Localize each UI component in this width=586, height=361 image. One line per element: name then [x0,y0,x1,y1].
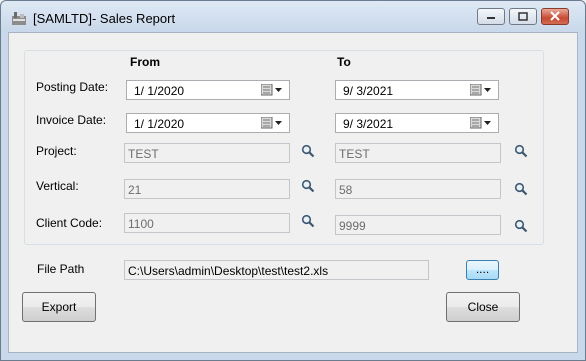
magnifier-icon[interactable] [301,144,315,158]
vertical-label: Vertical: [36,179,79,193]
maximize-icon [518,12,528,21]
vertical-from-field[interactable]: 21 [124,179,290,199]
client-code-from-value: 1100 [128,217,154,231]
calendar-dropdown-icon[interactable] [470,84,492,96]
posting-date-to-picker[interactable]: 9/ 3/2021 [335,80,499,100]
browse-button[interactable]: .... [466,260,499,280]
invoice-date-label: Invoice Date: [36,113,107,127]
client-code-to-value: 9999 [339,219,366,233]
client-code-from-field[interactable]: 1100 [124,213,290,233]
magnifier-icon[interactable] [514,219,528,233]
report-app-icon [12,12,26,25]
posting-date-label: Posting Date: [36,80,109,94]
browse-button-label: .... [475,262,490,276]
vertical-to-value: 58 [339,183,353,197]
invoice-date-to-picker[interactable]: 9/ 3/2021 [335,113,499,133]
sales-report-window: [SAMLTD]- Sales Report From To Posting D… [0,0,586,361]
client-code-to-field[interactable]: 9999 [335,215,501,235]
close-icon [550,11,560,21]
posting-date-from-picker[interactable]: 1/ 1/2020 [126,80,290,100]
vertical-to-field[interactable]: 58 [335,179,501,199]
magnifier-icon[interactable] [514,144,528,158]
calendar-dropdown-icon[interactable] [261,84,283,96]
project-to-field[interactable]: TEST [335,143,501,163]
calendar-dropdown-icon[interactable] [261,117,283,129]
client-code-label: Client Code: [36,216,103,230]
posting-date-from-value: 1/ 1/2020 [134,84,185,98]
project-from-value: TEST [128,147,159,161]
magnifier-icon[interactable] [514,182,528,196]
export-button[interactable]: Export [22,292,96,322]
posting-date-to-value: 9/ 3/2021 [343,84,394,98]
minimize-icon [487,17,495,19]
maximize-button[interactable] [509,8,537,25]
magnifier-icon[interactable] [301,214,315,228]
close-window-button[interactable] [541,8,569,25]
file-path-label: File Path [37,262,85,276]
invoice-date-from-picker[interactable]: 1/ 1/2020 [126,113,290,133]
to-header: To [337,55,351,69]
minimize-button[interactable] [477,8,505,25]
form-body: From To Posting Date: 1/ 1/2020 9/ 3/202… [8,32,578,353]
window-title: [SAMLTD]- Sales Report [33,11,176,26]
invoice-date-to-value: 9/ 3/2021 [343,117,394,131]
export-button-label: Export [41,300,77,314]
project-label: Project: [36,144,77,158]
file-path-field[interactable]: C:\Users\admin\Desktop\test\test2.xls [124,260,429,280]
title-bar: [SAMLTD]- Sales Report [1,1,585,35]
file-path-value: C:\Users\admin\Desktop\test\test2.xls [128,264,329,278]
calendar-dropdown-icon[interactable] [470,117,492,129]
project-from-field[interactable]: TEST [124,143,290,163]
magnifier-icon[interactable] [301,179,315,193]
project-to-value: TEST [339,147,370,161]
close-button-label: Close [467,300,499,314]
close-button[interactable]: Close [446,292,520,322]
invoice-date-from-value: 1/ 1/2020 [134,117,185,131]
vertical-from-value: 21 [128,183,142,197]
from-header: From [130,55,160,69]
